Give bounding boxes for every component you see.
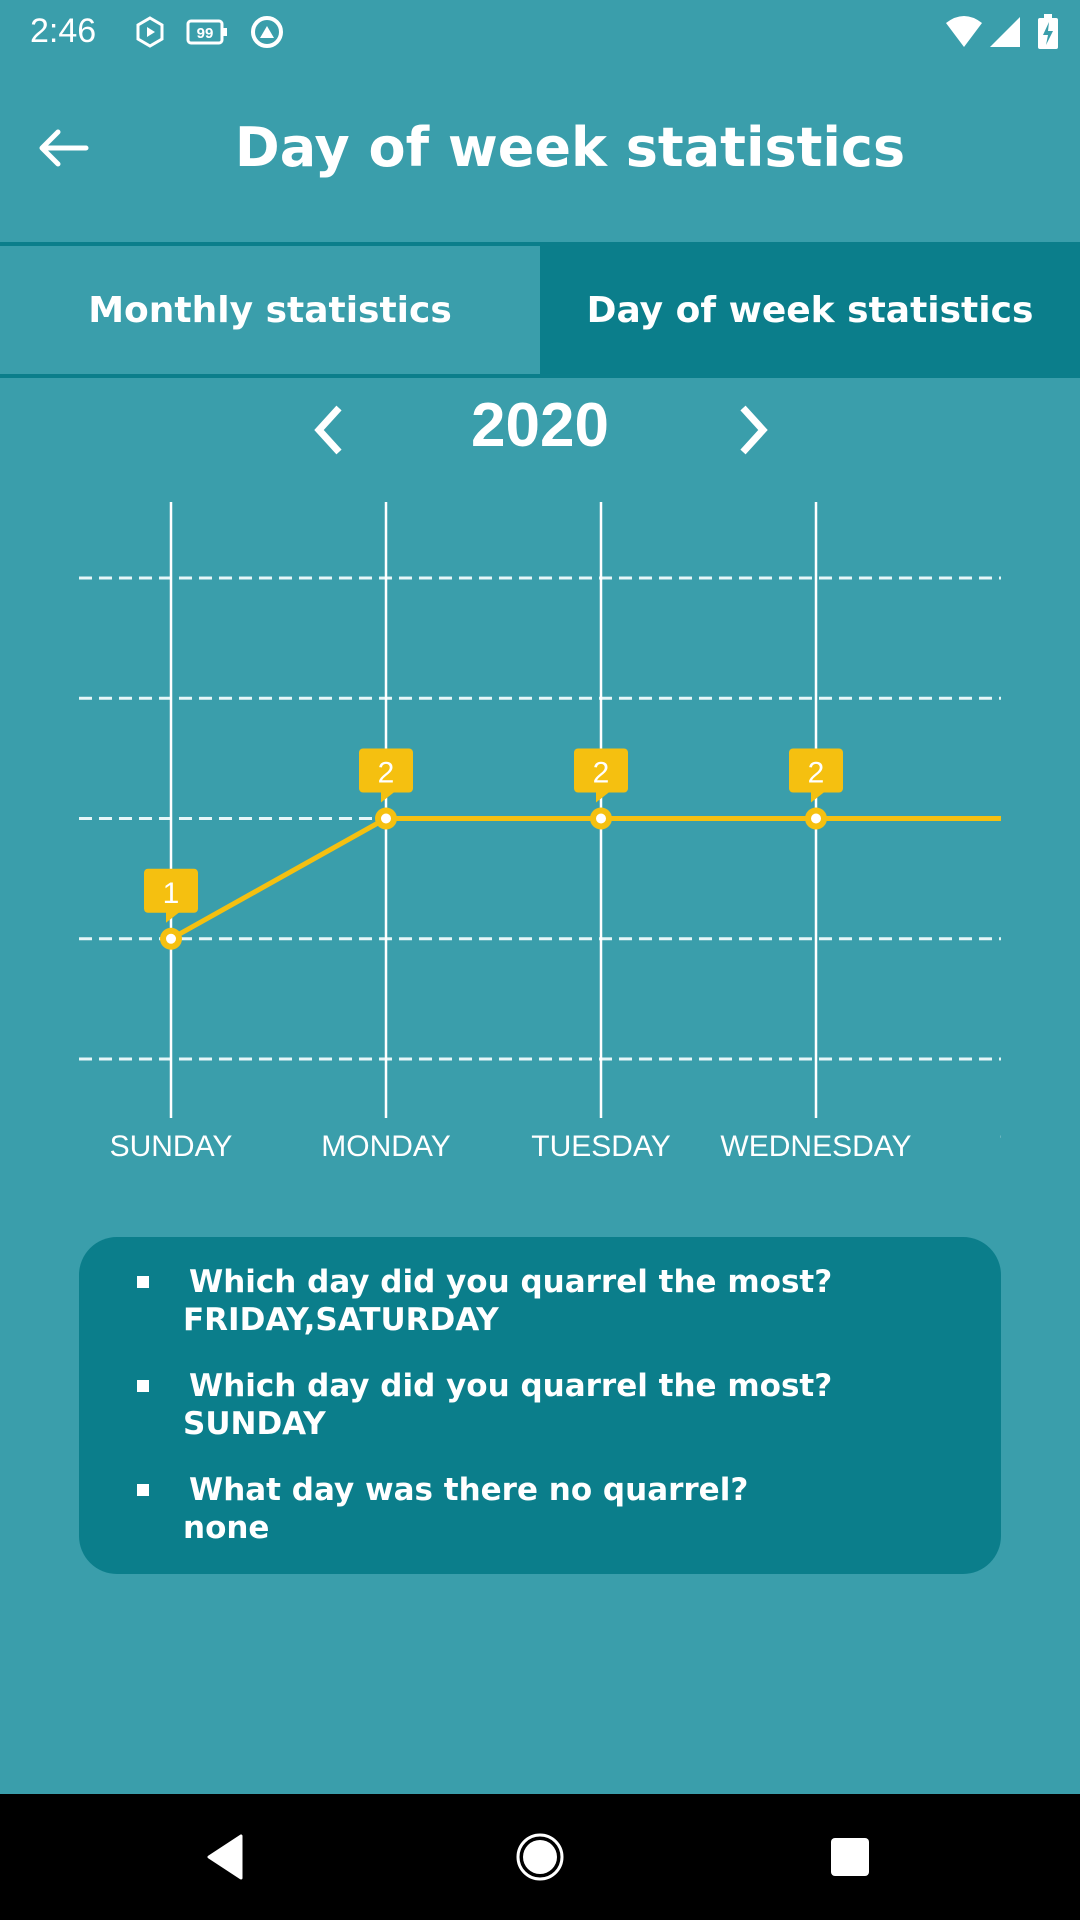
data-point-center — [596, 813, 606, 824]
data-point-center — [381, 813, 391, 824]
bullet-icon — [137, 1380, 149, 1392]
status-bar: 2:46 99 — [0, 0, 1080, 66]
data-label-pointer — [381, 791, 395, 803]
data-label-pointer — [811, 791, 825, 803]
summary-question: Which day did you quarrel the most? — [189, 1368, 833, 1404]
summary-answer: FRIDAY,SATURDAY — [183, 1302, 499, 1338]
battery-badge-text: 99 — [197, 25, 214, 42]
summary-item: What day was there no quarrel? none — [137, 1471, 749, 1547]
tab-monthly-statistics[interactable]: Monthly statistics — [0, 246, 540, 374]
bullet-icon — [137, 1484, 149, 1496]
summary-card: Which day did you quarrel the most? FRID… — [79, 1237, 1001, 1574]
nav-back-button[interactable] — [195, 1832, 255, 1882]
tab-bar: Monthly statistics Day of week statistic… — [0, 242, 1080, 378]
x-tick-label: WEDNESDAY — [720, 1130, 911, 1163]
data-label: 2 — [808, 757, 825, 790]
year-navigator: 2020 — [0, 390, 1080, 470]
system-navigation-bar — [0, 1794, 1080, 1920]
status-time: 2:46 — [30, 12, 97, 50]
app-bar: Day of week statistics — [0, 66, 1080, 242]
tab-day-of-week-statistics[interactable]: Day of week statistics — [540, 246, 1080, 374]
data-label-pointer — [166, 911, 180, 923]
series-line — [169, 816, 1001, 941]
x-tick-label: TUESDAY — [531, 1130, 670, 1163]
wifi-icon — [944, 14, 984, 50]
battery-charging-icon — [1036, 14, 1060, 50]
nav-back-icon — [207, 1834, 243, 1880]
nav-home-button[interactable] — [510, 1832, 570, 1882]
data-point-center — [166, 933, 176, 944]
page-title: Day of week statistics — [234, 116, 906, 179]
summary-answer: SUNDAY — [183, 1406, 326, 1442]
nav-recents-button[interactable] — [820, 1832, 880, 1882]
x-tick-label: THU — [1000, 1130, 1062, 1163]
data-label: 2 — [378, 757, 395, 790]
data-label: 2 — [593, 757, 610, 790]
sync-icon — [248, 14, 286, 50]
line-chart: SUNDAY MONDAY TUESDAY WEDNESDAY THU 1 2 2 2 — [79, 502, 1062, 1163]
battery-saver-99-icon: 99 — [186, 14, 228, 50]
data-point-center — [811, 813, 821, 824]
chevron-right-icon — [740, 405, 768, 455]
bullet-icon — [137, 1276, 149, 1288]
next-year-button[interactable] — [727, 400, 777, 460]
summary-question: What day was there no quarrel? — [189, 1472, 749, 1508]
summary-question: Which day did you quarrel the most? — [189, 1264, 833, 1300]
x-tick-label: SUNDAY — [110, 1130, 233, 1163]
cellular-signal-icon — [988, 14, 1022, 50]
data-label: 1 — [163, 877, 180, 910]
nav-recents-icon — [831, 1838, 869, 1876]
year-label: 2020 — [471, 391, 609, 460]
tab-label: Day of week statistics — [586, 289, 1034, 331]
summary-answer: none — [183, 1510, 270, 1546]
play-store-notification-icon — [134, 14, 166, 50]
summary-item: Which day did you quarrel the most? FRID… — [137, 1263, 833, 1339]
summary-item: Which day did you quarrel the most? SUND… — [137, 1367, 833, 1443]
nav-home-icon — [516, 1833, 564, 1881]
tab-label: Monthly statistics — [88, 289, 452, 331]
data-label-pointer — [596, 791, 610, 803]
x-tick-label: MONDAY — [321, 1130, 450, 1163]
